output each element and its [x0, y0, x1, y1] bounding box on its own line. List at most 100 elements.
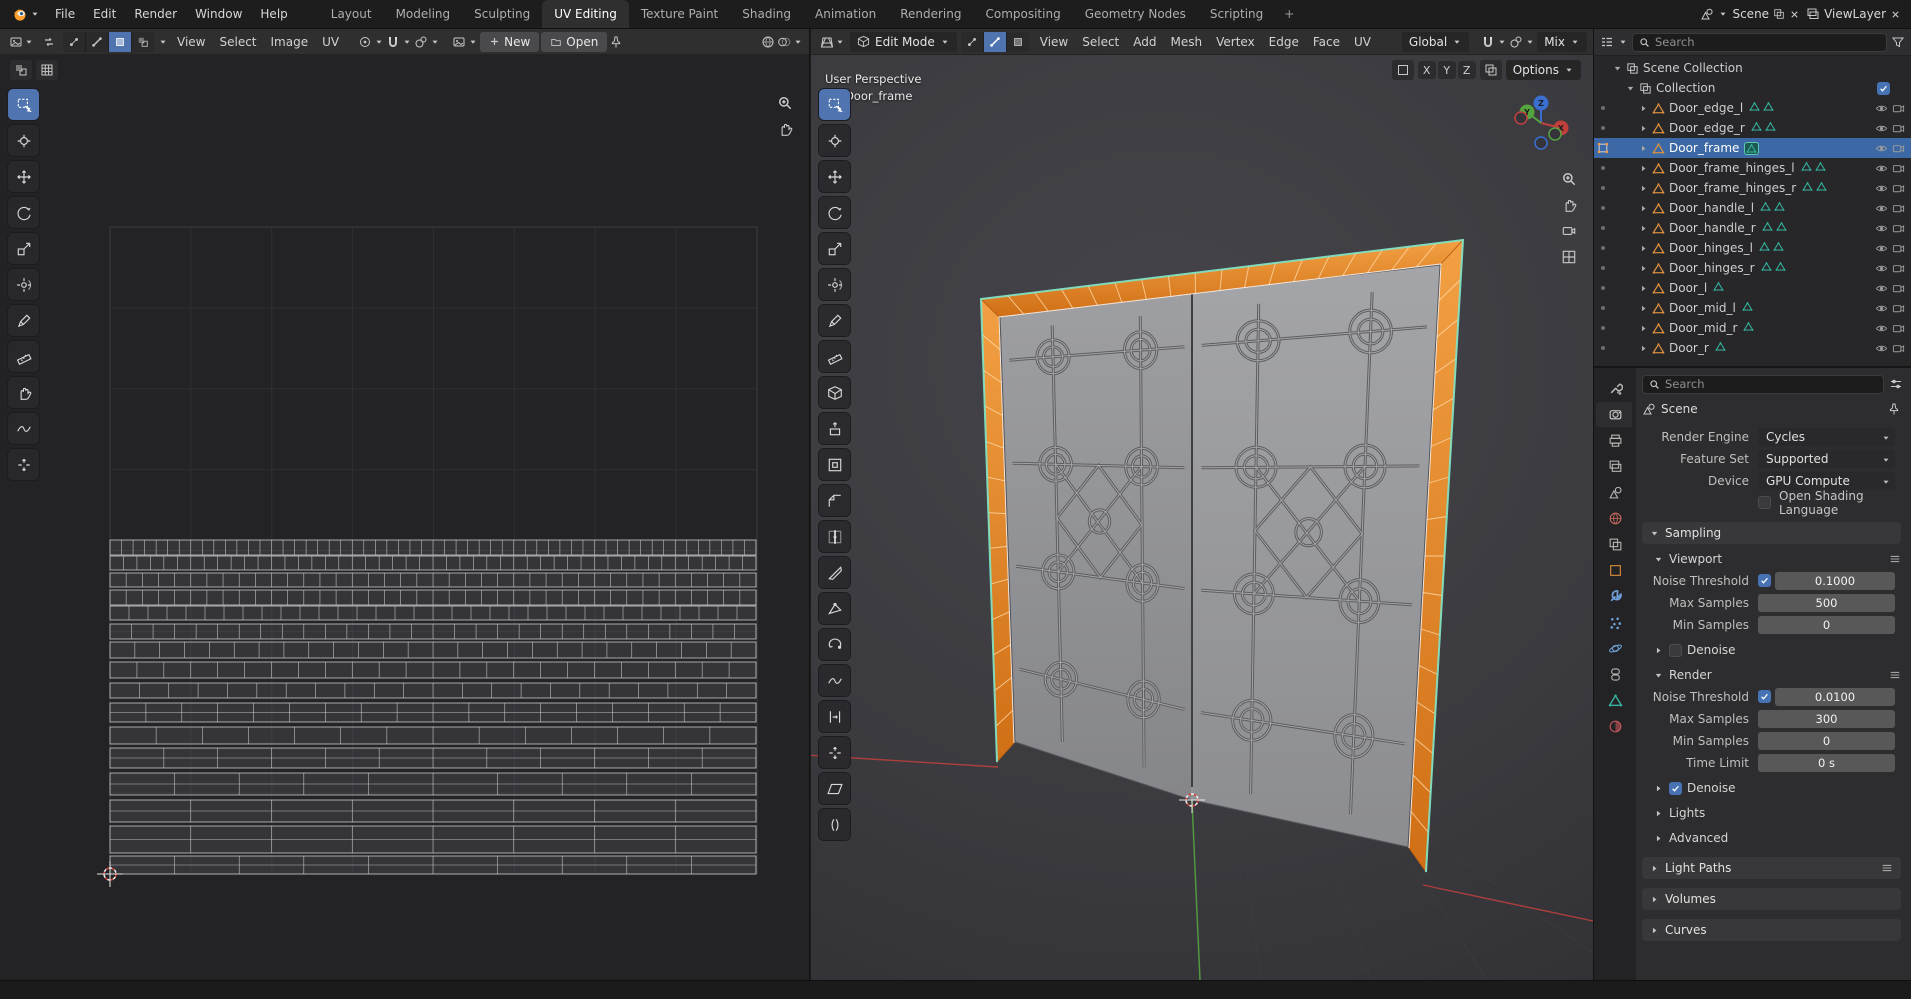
- workspace-tab-rendering[interactable]: Rendering: [888, 0, 973, 28]
- outliner-row-door_handle_r[interactable]: Door_handle_r: [1594, 218, 1911, 238]
- navigation-gizmo[interactable]: ZXY: [1509, 91, 1573, 155]
- properties-tab-world[interactable]: [1598, 506, 1632, 531]
- viewport-menu-add[interactable]: Add: [1126, 32, 1163, 52]
- expander-icon[interactable]: [1637, 243, 1650, 254]
- viewport-menu-view[interactable]: View: [1033, 32, 1075, 52]
- uv-tool-settings-icon-2[interactable]: [36, 60, 58, 80]
- outliner-row-door_edge_r[interactable]: Door_edge_r: [1594, 118, 1911, 138]
- hide-eye-icon[interactable]: [1873, 222, 1890, 235]
- tool-smooth[interactable]: [819, 665, 850, 696]
- uv-menu-image[interactable]: Image: [264, 32, 316, 52]
- tool-measure[interactable]: [819, 341, 850, 372]
- workspace-tab-animation[interactable]: Animation: [803, 0, 888, 28]
- properties-tab-modifiers[interactable]: [1598, 584, 1632, 609]
- uv-select-mode-island[interactable]: [132, 31, 154, 52]
- viewport-menu-face[interactable]: Face: [1306, 32, 1347, 52]
- overlays-icon[interactable]: [777, 35, 791, 49]
- expander-icon[interactable]: [1637, 323, 1650, 334]
- min-samples-field[interactable]: 0: [1758, 615, 1895, 634]
- tool-knife[interactable]: [819, 557, 850, 588]
- remove-view-layer-icon[interactable]: [1890, 9, 1901, 20]
- hide-eye-icon[interactable]: [1873, 242, 1890, 255]
- denoise-checkbox[interactable]: [1669, 643, 1682, 657]
- chevron-down-icon[interactable]: [1497, 37, 1507, 47]
- tool-spin[interactable]: [819, 629, 850, 660]
- blender-menu-button[interactable]: [6, 0, 46, 28]
- properties-tab-physics[interactable]: [1598, 636, 1632, 661]
- tool-relax[interactable]: [8, 413, 39, 444]
- viewport-menu-mesh[interactable]: Mesh: [1164, 32, 1210, 52]
- workspace-tab-scripting[interactable]: Scripting: [1198, 0, 1275, 28]
- hide-eye-icon[interactable]: [1873, 322, 1890, 335]
- disable-render-icon[interactable]: [1890, 262, 1907, 275]
- display-channels-icon[interactable]: [761, 35, 775, 49]
- expander-icon[interactable]: [1637, 163, 1650, 174]
- panel-volumes[interactable]: Volumes: [1642, 888, 1901, 910]
- outliner-row-door_mid_r[interactable]: Door_mid_r: [1594, 318, 1911, 338]
- hide-eye-icon[interactable]: [1873, 142, 1890, 155]
- panel-light-paths[interactable]: Light Paths: [1642, 857, 1901, 879]
- tool-scale[interactable]: [819, 233, 850, 264]
- chevron-down-icon[interactable]: [468, 37, 478, 47]
- zoom-icon[interactable]: [1561, 171, 1577, 187]
- panel-viewport[interactable]: Viewport: [1652, 549, 1903, 569]
- panel-sampling[interactable]: Sampling: [1642, 522, 1901, 544]
- panel-render[interactable]: Render: [1652, 665, 1903, 685]
- viewport-select-mode-face[interactable]: [1006, 31, 1029, 52]
- hide-eye-icon[interactable]: [1873, 302, 1890, 315]
- chevron-down-icon[interactable]: [793, 37, 803, 47]
- new-scene-icon[interactable]: [1773, 8, 1785, 20]
- zoom-icon[interactable]: [777, 95, 793, 111]
- unlink-scene-icon[interactable]: [1789, 9, 1800, 20]
- tool-rip[interactable]: [819, 809, 850, 840]
- noise-threshold-field[interactable]: 0.1000: [1775, 571, 1895, 590]
- hide-eye-icon[interactable]: [1873, 102, 1890, 115]
- proportional-editing-icon[interactable]: [1509, 35, 1523, 49]
- tool-transform[interactable]: [819, 269, 850, 300]
- open-shading-language-checkbox[interactable]: [1758, 496, 1771, 509]
- chevron-down-icon[interactable]: [430, 37, 440, 47]
- properties-tab-view-layer[interactable]: [1598, 454, 1632, 479]
- properties-tab-object[interactable]: [1598, 558, 1632, 583]
- tool-transform[interactable]: [8, 269, 39, 300]
- uv-canvas[interactable]: [0, 55, 809, 980]
- chevron-down-icon[interactable]: [402, 37, 412, 47]
- viewport-canvas[interactable]: [811, 55, 1593, 980]
- properties-tab-render[interactable]: [1598, 402, 1632, 427]
- uv-sync-selection-toggle[interactable]: [39, 33, 59, 51]
- expander-icon[interactable]: [1624, 83, 1637, 94]
- disable-render-icon[interactable]: [1890, 102, 1907, 115]
- outliner-row-door_frame[interactable]: Door_frame: [1594, 138, 1911, 158]
- tool-rotate[interactable]: [8, 197, 39, 228]
- min-samples-field[interactable]: 0: [1758, 731, 1895, 750]
- outliner-row-door_mid_l[interactable]: Door_mid_l: [1594, 298, 1911, 318]
- denoise-checkbox[interactable]: [1669, 781, 1682, 795]
- max-samples-field[interactable]: 300: [1758, 709, 1895, 728]
- pin-id-icon[interactable]: [1887, 402, 1903, 416]
- disable-render-icon[interactable]: [1890, 202, 1907, 215]
- noise-threshold-use-checkbox[interactable]: [1758, 690, 1771, 703]
- pan-hand-icon[interactable]: [1561, 197, 1577, 213]
- panel-lights[interactable]: Lights: [1652, 803, 1903, 823]
- pan-hand-icon[interactable]: [777, 121, 793, 137]
- outliner-row-door_r[interactable]: Door_r: [1594, 338, 1911, 358]
- workspace-tab-uv-editing[interactable]: UV Editing: [542, 0, 629, 28]
- hide-eye-icon[interactable]: [1873, 282, 1890, 295]
- tool-grab[interactable]: [8, 377, 39, 408]
- tool-extrude[interactable]: [819, 413, 850, 444]
- tool-shrink-fatten[interactable]: [819, 737, 850, 768]
- viewport-menu-edge[interactable]: Edge: [1262, 32, 1306, 52]
- tool-bevel[interactable]: [819, 485, 850, 516]
- expander-icon[interactable]: [1637, 283, 1650, 294]
- viewport-menu-uv[interactable]: UV: [1347, 32, 1378, 52]
- workspace-tab-texture-paint[interactable]: Texture Paint: [629, 0, 730, 28]
- expander-icon[interactable]: [1637, 203, 1650, 214]
- hide-eye-icon[interactable]: [1873, 202, 1890, 215]
- uv-select-mode-face[interactable]: [109, 31, 131, 52]
- add-workspace-button[interactable]: +: [1275, 0, 1303, 28]
- mirror-icon[interactable]: [1391, 60, 1414, 80]
- workspace-tab-compositing[interactable]: Compositing: [973, 0, 1072, 28]
- properties-tab-particles[interactable]: [1598, 610, 1632, 635]
- viewport-select-mode-edge[interactable]: [983, 31, 1006, 52]
- outliner-row-collection[interactable]: Collection: [1594, 78, 1911, 98]
